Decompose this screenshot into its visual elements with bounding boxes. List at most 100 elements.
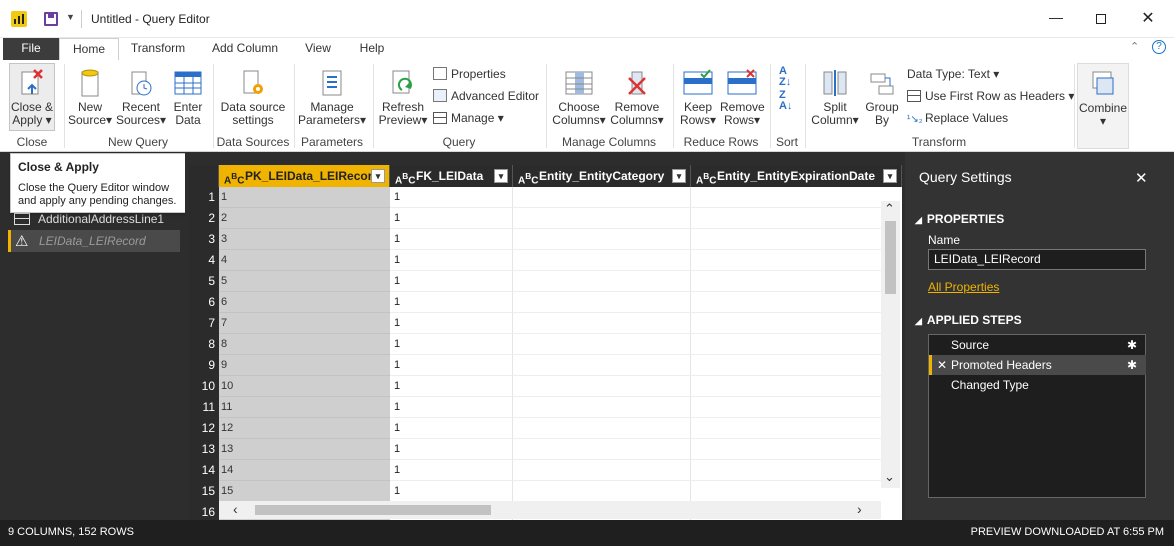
cell-fk-leidata[interactable]: 1 (390, 292, 513, 313)
column-filter-dropdown[interactable]: ▾ (883, 169, 897, 183)
choose-columns-button[interactable]: Choose Columns▾ (551, 68, 607, 127)
cell-fk-leidata[interactable]: 1 (390, 355, 513, 376)
cell-entity-expiration[interactable] (691, 460, 881, 481)
cell-entity-expiration[interactable] (691, 292, 881, 313)
row-number[interactable]: 2 (189, 208, 219, 229)
cell-pk-leidata[interactable]: 4 (219, 250, 390, 271)
cell-fk-leidata[interactable]: 1 (390, 397, 513, 418)
vertical-scrollbar[interactable]: ⌃ ⌄ (881, 201, 900, 488)
cell-fk-leidata[interactable]: 1 (390, 187, 513, 208)
cell-fk-leidata[interactable]: 1 (390, 418, 513, 439)
tab-add-column[interactable]: Add Column (203, 38, 287, 60)
row-number[interactable]: 9 (189, 355, 219, 376)
cell-entity-category[interactable] (513, 271, 691, 292)
close-settings-icon[interactable]: ✕ (1135, 169, 1148, 187)
remove-columns-button[interactable]: Remove Columns▾ (609, 68, 665, 127)
cell-entity-expiration[interactable] (691, 418, 881, 439)
cell-fk-leidata[interactable]: 1 (390, 439, 513, 460)
cell-entity-expiration[interactable] (691, 355, 881, 376)
cell-entity-expiration[interactable] (691, 250, 881, 271)
table-row[interactable]: 881 (189, 334, 902, 355)
advanced-editor-button[interactable]: Advanced Editor (433, 87, 539, 105)
row-number[interactable]: 12 (189, 418, 219, 439)
cell-entity-category[interactable] (513, 334, 691, 355)
row-number[interactable]: 4 (189, 250, 219, 271)
cell-entity-category[interactable] (513, 376, 691, 397)
cell-fk-leidata[interactable]: 1 (390, 481, 513, 502)
table-row[interactable]: 661 (189, 292, 902, 313)
cell-fk-leidata[interactable]: 1 (390, 376, 513, 397)
table-row[interactable]: 15 15 1 (189, 481, 902, 502)
table-row[interactable]: 331 (189, 229, 902, 250)
cell-fk-leidata[interactable]: 1 (390, 334, 513, 355)
cell-pk-leidata[interactable]: 8 (219, 334, 390, 355)
cell-entity-category[interactable] (513, 418, 691, 439)
query-item-lei-record[interactable]: ⚠ LEIData_LEIRecord (8, 230, 180, 252)
cell-entity-category[interactable] (513, 397, 691, 418)
tab-transform[interactable]: Transform (124, 38, 192, 60)
cell-pk-leidata[interactable]: 1 (219, 187, 390, 208)
cell-fk-leidata[interactable]: 1 (390, 208, 513, 229)
data-source-settings-button[interactable]: Data source settings (218, 68, 288, 127)
cell-pk-leidata[interactable]: 3 (219, 229, 390, 250)
table-row[interactable]: 991 (189, 355, 902, 376)
row-number[interactable]: 14 (189, 460, 219, 481)
maximize-button[interactable] (1096, 14, 1106, 24)
data-type-dropdown[interactable]: Data Type: Text ▾ (907, 65, 999, 83)
cell-entity-category[interactable] (513, 187, 691, 208)
column-header-pk-leidata[interactable]: ABC PK_LEIData_LEIRecord ▾ (219, 165, 390, 187)
minimize-button[interactable]: — (1048, 9, 1064, 27)
cell-pk-leidata[interactable]: 14 (219, 460, 390, 481)
new-source-button[interactable]: New Source▾ (66, 68, 114, 127)
row-number[interactable]: 5 (189, 271, 219, 292)
row-number[interactable]: 13 (189, 439, 219, 460)
column-header-entity-expiration[interactable]: ABC Entity_EntityExpirationDate ▾ (691, 165, 902, 187)
row-number[interactable]: 1 (189, 187, 219, 208)
cell-entity-expiration[interactable] (691, 397, 881, 418)
cell-entity-category[interactable] (513, 439, 691, 460)
keep-rows-button[interactable]: Keep Rows▾ (676, 68, 720, 127)
refresh-preview-button[interactable]: Refresh Preview▾ (376, 68, 430, 127)
cell-pk-leidata[interactable]: 12 (219, 418, 390, 439)
cell-entity-category[interactable] (513, 292, 691, 313)
tab-help[interactable]: Help (350, 38, 394, 60)
close-apply-button[interactable]: Close & Apply ▾ (9, 63, 55, 131)
scroll-up-icon[interactable]: ⌃ (884, 201, 895, 217)
cell-pk-leidata[interactable]: 13 (219, 439, 390, 460)
tab-file[interactable]: File (3, 38, 59, 60)
cell-fk-leidata[interactable]: 1 (390, 313, 513, 334)
save-icon[interactable] (44, 12, 58, 26)
cell-pk-leidata[interactable]: 10 (219, 376, 390, 397)
table-row[interactable]: 111 (189, 187, 902, 208)
tab-home[interactable]: Home (59, 38, 119, 60)
scroll-down-icon[interactable]: ⌄ (884, 469, 895, 485)
properties-button[interactable]: Properties (433, 65, 506, 83)
cell-entity-category[interactable] (513, 208, 691, 229)
cell-entity-expiration[interactable] (691, 439, 881, 460)
cell-pk-leidata[interactable]: 15 (219, 481, 390, 502)
scroll-left-icon[interactable]: ‹ (233, 501, 238, 517)
group-by-button[interactable]: Group By (862, 68, 902, 127)
cell-fk-leidata[interactable]: 1 (390, 271, 513, 292)
column-filter-dropdown[interactable]: ▾ (672, 169, 686, 183)
row-number[interactable]: 11 (189, 397, 219, 418)
step-settings-gear-icon[interactable]: ✱ (1127, 335, 1137, 355)
row-number[interactable]: 15 (189, 481, 219, 502)
applied-steps-section-header[interactable]: ◢ APPLIED STEPS (915, 313, 1022, 327)
cell-fk-leidata[interactable]: 1 (390, 229, 513, 250)
collapse-ribbon-icon[interactable]: ⌃ (1130, 40, 1139, 53)
step-source[interactable]: Source ✱ (929, 335, 1146, 355)
cell-entity-expiration[interactable] (691, 481, 881, 502)
cell-entity-expiration[interactable] (691, 208, 881, 229)
close-window-button[interactable]: ✕ (1140, 8, 1156, 27)
cell-entity-expiration[interactable] (691, 229, 881, 250)
use-first-row-headers-button[interactable]: Use First Row as Headers ▾ (907, 87, 1074, 105)
manage-button[interactable]: Manage ▾ (433, 109, 504, 127)
row-number[interactable]: 8 (189, 334, 219, 355)
table-row[interactable]: 11 11 1 (189, 397, 902, 418)
scroll-thumb[interactable] (885, 221, 896, 294)
row-number[interactable]: 3 (189, 229, 219, 250)
remove-rows-button[interactable]: Remove Rows▾ (720, 68, 765, 127)
cell-entity-category[interactable] (513, 229, 691, 250)
cell-entity-expiration[interactable] (691, 271, 881, 292)
